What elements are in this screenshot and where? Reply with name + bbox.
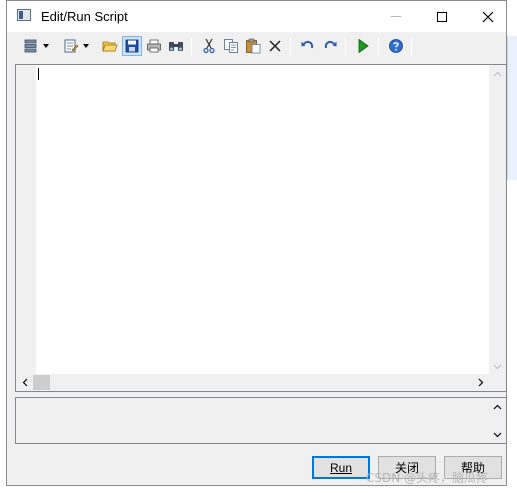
edit-run-script-dialog: Edit/Run Script Run 关闭 帮助: [6, 0, 507, 486]
copy-button[interactable]: [221, 36, 241, 56]
editor-horizontal-scrollbar[interactable]: [16, 374, 489, 391]
scroll-corner: [489, 374, 506, 391]
run-button-label: Run: [329, 460, 352, 475]
run-button[interactable]: Run: [312, 456, 370, 479]
output-vertical-scrollbar[interactable]: [489, 398, 506, 443]
cut-button[interactable]: [199, 36, 219, 56]
view-menu-button[interactable]: [21, 36, 41, 56]
close-window-button[interactable]: [465, 1, 511, 32]
copy-icon: [224, 39, 238, 53]
chevron-right-icon: [478, 378, 483, 387]
text-caret: [38, 68, 39, 80]
chevron-up-icon: [493, 71, 502, 76]
watermark: CSDN @头疼，脑瓜疼: [366, 471, 489, 485]
maximize-button[interactable]: [419, 1, 465, 32]
edit-menu-icon: [64, 39, 79, 53]
view-menu-icon: [24, 39, 37, 53]
run-script-button[interactable]: [353, 36, 373, 56]
maximize-icon: [437, 11, 447, 22]
scroll-right-button[interactable]: [472, 374, 489, 391]
minimize-icon: [391, 16, 401, 17]
print-button[interactable]: [144, 36, 164, 56]
save-icon: [125, 39, 139, 53]
screen: Edit/Run Script Run 关闭 帮助 CSDN @头疼，脑瓜疼: [0, 0, 517, 494]
undo-icon: [301, 40, 314, 49]
scroll-left-button[interactable]: [16, 374, 33, 391]
minimize-button[interactable]: [373, 1, 419, 32]
run-icon: [358, 38, 369, 54]
close-icon: [482, 11, 494, 22]
open-button[interactable]: [100, 36, 120, 56]
toolbar-separator: [411, 38, 412, 56]
toolbar-separator: [290, 38, 291, 56]
app-icon: [17, 9, 31, 21]
scroll-down-button[interactable]: [489, 358, 506, 375]
chevron-left-icon: [22, 378, 27, 387]
open-folder-icon: [102, 41, 118, 52]
redo-button[interactable]: [320, 36, 340, 56]
chevron-down-icon: [493, 364, 502, 369]
window-title: Edit/Run Script: [41, 9, 128, 24]
help-toolbar-button[interactable]: [386, 36, 406, 56]
paste-icon: [246, 38, 261, 54]
find-icon: [169, 42, 183, 51]
cut-icon: [203, 38, 215, 54]
editor-gutter: [16, 65, 36, 375]
save-button[interactable]: [122, 36, 142, 56]
undo-button[interactable]: [298, 36, 318, 56]
output-scroll-down-button[interactable]: [489, 426, 506, 443]
find-button[interactable]: [166, 36, 186, 56]
delete-icon: [269, 40, 281, 52]
view-menu-caret[interactable]: [43, 44, 49, 48]
title-bar[interactable]: Edit/Run Script: [7, 1, 506, 32]
scroll-up-button[interactable]: [489, 65, 506, 82]
chevron-up-icon: [493, 404, 502, 409]
script-editor[interactable]: [15, 64, 507, 392]
help-icon: [389, 39, 403, 53]
paste-button[interactable]: [243, 36, 263, 56]
toolbar-separator: [191, 38, 192, 56]
delete-button[interactable]: [265, 36, 285, 56]
chevron-down-icon: [493, 432, 502, 437]
background-panel: [507, 36, 517, 180]
print-icon: [147, 39, 161, 53]
output-scroll-up-button[interactable]: [489, 398, 506, 415]
editor-vertical-scrollbar[interactable]: [489, 65, 506, 375]
redo-icon: [324, 40, 337, 49]
toolbar-separator: [345, 38, 346, 56]
output-pane[interactable]: [15, 397, 507, 444]
edit-menu-button[interactable]: [61, 36, 81, 56]
toolbar-separator: [378, 38, 379, 56]
toolbar: [11, 34, 503, 60]
horizontal-scroll-thumb[interactable]: [33, 375, 50, 390]
edit-menu-caret[interactable]: [83, 44, 89, 48]
